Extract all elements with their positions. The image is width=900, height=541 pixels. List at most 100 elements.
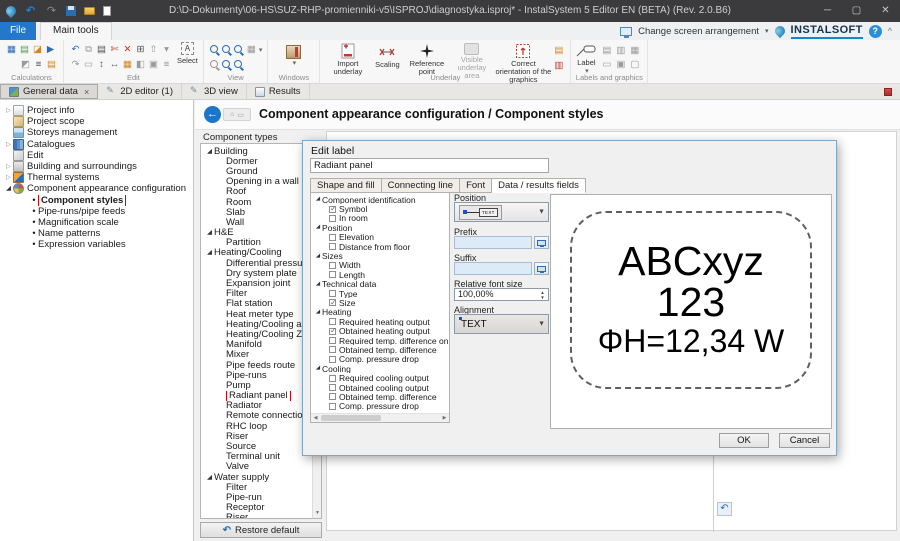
checkbox[interactable] xyxy=(329,337,336,344)
align-icon[interactable]: ⊞ xyxy=(134,43,147,56)
frame-icon[interactable]: ▭ xyxy=(82,58,95,71)
zoom-window-icon[interactable] xyxy=(233,44,245,56)
paste-icon[interactable]: ▤ xyxy=(95,43,108,56)
alignment-dropdown[interactable]: TEXT ▼ xyxy=(454,314,549,334)
checkbox[interactable] xyxy=(329,328,336,335)
component-type-item[interactable]: Opening in a wall xyxy=(201,177,312,187)
checkbox[interactable] xyxy=(329,318,336,325)
tab-shape-and-fill[interactable]: Shape and fill xyxy=(310,178,382,193)
data-field-item[interactable]: Required cooling output xyxy=(311,373,449,382)
flip-horizontal-icon[interactable]: ↔ xyxy=(108,58,121,71)
component-type-item[interactable]: Dry system plate xyxy=(201,268,312,278)
component-type-item[interactable]: Pipe-runs xyxy=(201,370,312,380)
data-field-item[interactable]: Cooling xyxy=(311,364,449,373)
component-type-item[interactable]: Partition xyxy=(201,238,312,248)
zoom-actual-icon[interactable] xyxy=(221,59,233,71)
nav-tree-item[interactable]: Component appearance configuration xyxy=(0,183,193,194)
data-field-item[interactable]: Sizes xyxy=(311,251,449,260)
maximize-button[interactable]: ▢ xyxy=(842,0,871,22)
component-type-item[interactable]: Differential pressure gauge xyxy=(201,258,312,268)
data-field-item[interactable]: Heating xyxy=(311,308,449,317)
tab-general-data[interactable]: General data × xyxy=(0,84,98,99)
checkbox[interactable] xyxy=(329,290,336,297)
close-tab-icon[interactable]: × xyxy=(84,87,89,97)
component-type-item[interactable]: Radiator xyxy=(201,401,312,411)
data-field-item[interactable]: Required temp. difference on xyxy=(311,336,449,345)
ok-button[interactable]: OK xyxy=(719,433,769,448)
component-type-item[interactable]: Water supply xyxy=(201,472,312,482)
scaling-button[interactable]: Scaling xyxy=(370,42,404,72)
position-dropdown[interactable]: TEXT ▼ xyxy=(454,202,549,222)
results-sheet-icon[interactable]: ▤ xyxy=(18,43,31,56)
data-field-item[interactable]: Position xyxy=(311,223,449,232)
graphic-tool-icon[interactable]: ▤ xyxy=(600,44,613,57)
expander-icon[interactable] xyxy=(4,173,13,182)
open-folder-icon[interactable] xyxy=(84,7,95,15)
horizontal-scrollbar[interactable]: ◀ ▶ xyxy=(311,413,449,422)
undo-icon[interactable]: ↶ xyxy=(69,43,82,56)
scroll-right-icon[interactable]: ▶ xyxy=(440,414,449,422)
nav-tree-item[interactable]: Component styles xyxy=(0,195,193,206)
tab-results[interactable]: Results xyxy=(247,84,310,99)
prefix-expression-button[interactable] xyxy=(534,236,549,249)
component-type-item[interactable]: Valve xyxy=(201,462,312,472)
data-field-item[interactable]: Size xyxy=(311,298,449,307)
graphic-tool-icon[interactable]: ▢ xyxy=(628,58,641,71)
component-type-item[interactable]: Riser xyxy=(201,513,312,518)
checkbox[interactable] xyxy=(329,356,336,363)
data-field-item[interactable]: Distance from floor xyxy=(311,242,449,251)
expander-icon[interactable] xyxy=(205,228,214,237)
move-up-icon[interactable]: ⇧ xyxy=(147,43,160,56)
expander-icon[interactable] xyxy=(205,147,214,156)
import-underlay-button[interactable]: Import underlay xyxy=(325,42,370,72)
restore-default-button[interactable]: Restore default xyxy=(200,522,322,538)
header-mini-toolbar[interactable]: ⌂▭ xyxy=(223,108,251,121)
nav-tree-item[interactable]: Magnification scale xyxy=(0,217,193,228)
scroll-left-icon[interactable]: ◀ xyxy=(311,414,320,422)
expander-icon[interactable] xyxy=(314,195,322,204)
data-field-item[interactable]: Obtained cooling output xyxy=(311,383,449,392)
checkbox[interactable] xyxy=(329,271,336,278)
select-button[interactable]: A Select xyxy=(177,42,198,72)
underlay-option2-icon[interactable]: ▥ xyxy=(552,59,565,72)
data-field-item[interactable]: Width xyxy=(311,261,449,270)
checkbox[interactable] xyxy=(329,215,336,222)
compare-icon[interactable]: ≡ xyxy=(32,58,45,71)
nav-tree-item[interactable]: Pipe-runs/pipe feeds xyxy=(0,206,193,217)
collapse-ribbon-button[interactable]: ^ xyxy=(888,26,892,36)
zoom-out-icon[interactable] xyxy=(221,44,233,56)
component-type-item[interactable]: Filter xyxy=(201,482,312,492)
checkbox[interactable] xyxy=(329,393,336,400)
component-type-item[interactable]: Heating/Cooling area xyxy=(201,319,312,329)
underlay-option-icon[interactable]: ▤ xyxy=(552,44,565,57)
calculations-icon[interactable]: ▦ xyxy=(5,43,18,56)
checkbox[interactable] xyxy=(329,403,336,410)
data-field-item[interactable]: Length xyxy=(311,270,449,279)
checkbox[interactable] xyxy=(329,234,336,241)
component-type-item[interactable]: Flat station xyxy=(201,299,312,309)
array-icon[interactable]: ▦ xyxy=(121,58,134,71)
calc-options-icon[interactable]: ◩ xyxy=(19,58,32,71)
data-field-item[interactable]: Comp. pressure drop xyxy=(311,355,449,364)
correct-orientation-button[interactable]: Correct orientation of the graphics xyxy=(494,42,552,72)
view-more-icon[interactable]: ▾ xyxy=(259,46,263,54)
windows-dropdown-icon[interactable]: ▾ xyxy=(293,59,297,67)
component-type-item[interactable]: RHC loop xyxy=(201,421,312,431)
minimize-button[interactable]: ─ xyxy=(813,0,842,22)
component-type-item[interactable]: Radiant panel xyxy=(201,391,312,401)
expander-icon[interactable] xyxy=(314,252,322,261)
tab-2d-editor[interactable]: 2D editor (1) xyxy=(98,84,182,99)
checkbox[interactable] xyxy=(329,299,336,306)
windows-building-icon[interactable] xyxy=(286,45,301,59)
view-grid-icon[interactable]: ▦ xyxy=(245,43,258,56)
component-type-item[interactable]: Dormer xyxy=(201,156,312,166)
tab-main-tools[interactable]: Main tools xyxy=(40,22,112,40)
suffix-input[interactable] xyxy=(454,262,532,275)
tab-3d-view[interactable]: 3D view xyxy=(182,84,247,99)
expander-icon[interactable] xyxy=(4,184,13,193)
report-icon[interactable]: ▤ xyxy=(45,58,58,71)
graphic-tool-icon[interactable]: ▦ xyxy=(628,44,641,57)
nav-tree-item[interactable]: Building and surroundings xyxy=(0,161,193,172)
prefix-input[interactable] xyxy=(454,236,532,249)
expander-icon[interactable] xyxy=(314,364,322,373)
